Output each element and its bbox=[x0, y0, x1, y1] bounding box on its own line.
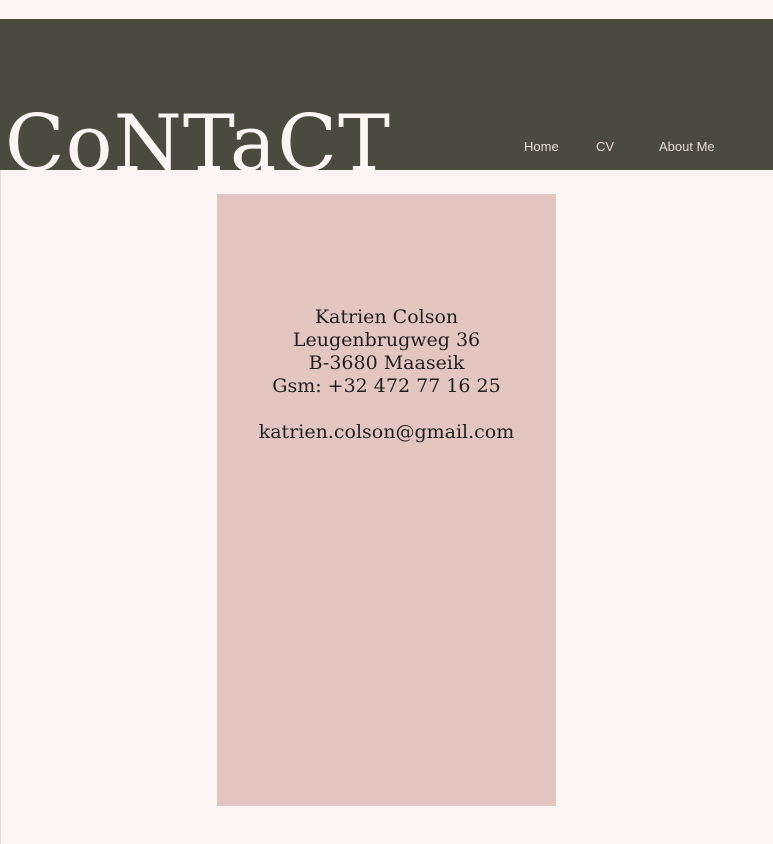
contact-name: Katrien Colson bbox=[314, 306, 459, 328]
nav-item-home[interactable]: Home bbox=[524, 139, 559, 154]
contact-email-link[interactable]: katrien.colson@gmail.com bbox=[217, 421, 556, 444]
top-strip bbox=[0, 0, 773, 19]
nav-item-about-me[interactable]: About Me bbox=[659, 139, 715, 154]
contact-phone: Gsm: +32 472 77 16 25 bbox=[272, 375, 501, 397]
site-header: CoNTaCT Home CV About Me bbox=[0, 19, 773, 170]
contact-details: Katrien Colson Leugenbrugweg 36 B-3680 M… bbox=[217, 306, 556, 444]
contact-city: B-3680 Maaseik bbox=[308, 352, 465, 374]
page-title: CoNTaCT bbox=[5, 99, 392, 170]
main-nav: Home CV About Me bbox=[0, 139, 773, 159]
nav-item-cv[interactable]: CV bbox=[596, 139, 614, 154]
contact-card: Katrien Colson Leugenbrugweg 36 B-3680 M… bbox=[217, 194, 556, 806]
contact-street: Leugenbrugweg 36 bbox=[292, 329, 481, 351]
